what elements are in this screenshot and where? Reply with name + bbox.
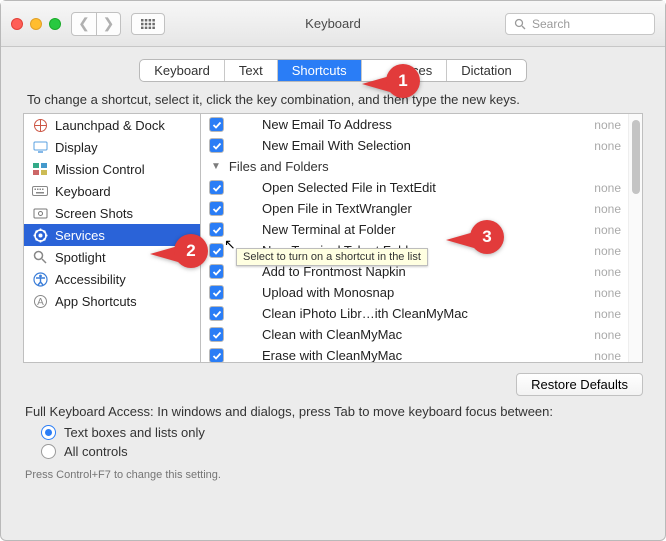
checkbox[interactable] [209, 117, 224, 132]
tab-bar: KeyboardTextShortcutsrcesDictation [1, 47, 665, 88]
category-app-shortcuts[interactable]: AApp Shortcuts [24, 290, 200, 312]
fka-option-all[interactable]: All controls [41, 442, 641, 461]
shortcut-item[interactable]: Open Selected File in TextEditnone [209, 177, 627, 198]
scrollbar[interactable] [628, 114, 642, 362]
fka-hint: Press Control+F7 to change this setting. [1, 467, 665, 481]
search-field[interactable]: Search [505, 13, 655, 35]
category-keyboard[interactable]: Keyboard [24, 180, 200, 202]
radio-off-icon [41, 444, 56, 459]
tooltip: Select to turn on a shortcut in the list [236, 248, 428, 266]
instruction-text: To change a shortcut, select it, click t… [1, 88, 665, 113]
accessibility-icon [32, 271, 48, 287]
keyboard-icon [32, 183, 48, 199]
shortcut-value: none [594, 244, 627, 258]
back-button[interactable]: ❮ [72, 13, 96, 35]
zoom-window-button[interactable] [49, 18, 61, 30]
checkbox[interactable] [209, 138, 224, 153]
shortcut-value: none [594, 181, 627, 195]
annotation-2: 2 [150, 234, 208, 272]
spotlight-icon [32, 249, 48, 265]
nav-buttons: ❮ ❯ [71, 12, 121, 36]
full-keyboard-access: Full Keyboard Access: In windows and dia… [1, 400, 665, 467]
mission-icon [32, 161, 48, 177]
checkbox[interactable] [209, 180, 224, 195]
checkbox[interactable] [209, 285, 224, 300]
restore-defaults-button[interactable]: Restore Defaults [516, 373, 643, 396]
shortcut-item[interactable]: Clean iPhoto Libr…ith CleanMyMacnone [209, 303, 627, 324]
shortcut-value: none [594, 202, 627, 216]
checkbox[interactable] [209, 306, 224, 321]
shortcut-group[interactable]: ▼Files and Folders [209, 156, 627, 177]
apps-icon: A [32, 293, 48, 309]
shortcut-value: none [594, 328, 627, 342]
shortcut-item[interactable]: Upload with Monosnapnone [209, 282, 627, 303]
shortcut-item[interactable]: Clean with CleanMyMacnone [209, 324, 627, 345]
panels: Launchpad & DockDisplayMission ControlKe… [1, 113, 665, 363]
shortcut-item[interactable]: New Terminal at Foldernone [209, 219, 627, 240]
minimize-window-button[interactable] [30, 18, 42, 30]
category-screen-shots[interactable]: Screen Shots [24, 202, 200, 224]
shortcut-item[interactable]: New Email To Addressnone [209, 114, 627, 135]
shortcut-item[interactable]: Open File in TextWranglernone [209, 198, 627, 219]
shortcut-value: none [594, 286, 627, 300]
disclosure-icon: ▼ [211, 161, 221, 172]
annotation-3: 3 [446, 220, 504, 258]
shortcut-value: none [594, 307, 627, 321]
shortcut-list[interactable]: New Email To AddressnoneNew Email With S… [201, 113, 643, 363]
tab-dictation[interactable]: Dictation [447, 60, 526, 81]
scrollbar-thumb[interactable] [632, 120, 640, 194]
tab-text[interactable]: Text [225, 60, 278, 81]
shortcut-value: none [594, 118, 627, 132]
category-display[interactable]: Display [24, 136, 200, 158]
tab-shortcuts[interactable]: Shortcuts [278, 60, 362, 81]
fka-option-textboxes[interactable]: Text boxes and lists only [41, 423, 641, 442]
checkbox[interactable] [209, 348, 224, 363]
radio-on-icon [41, 425, 56, 440]
checkbox[interactable] [209, 243, 224, 258]
traffic-lights [11, 18, 61, 30]
titlebar: ❮ ❯ Keyboard Search [1, 1, 665, 47]
category-launchpad-dock[interactable]: Launchpad & Dock [24, 114, 200, 136]
shortcut-value: none [594, 139, 627, 153]
restore-row: Restore Defaults [1, 363, 665, 400]
display-icon [32, 139, 48, 155]
fka-title: Full Keyboard Access: In windows and dia… [25, 404, 641, 419]
search-placeholder: Search [532, 17, 570, 31]
category-mission-control[interactable]: Mission Control [24, 158, 200, 180]
checkbox[interactable] [209, 201, 224, 216]
checkbox[interactable] [209, 264, 224, 279]
shortcut-value: none [594, 265, 627, 279]
close-window-button[interactable] [11, 18, 23, 30]
shortcut-item[interactable]: New Email With Selectionnone [209, 135, 627, 156]
search-icon [514, 18, 526, 30]
services-icon [32, 227, 48, 243]
show-all-button[interactable] [131, 13, 165, 35]
checkbox[interactable] [209, 222, 224, 237]
shortcut-value: none [594, 223, 627, 237]
shortcut-value: none [594, 349, 627, 363]
forward-button[interactable]: ❯ [96, 13, 120, 35]
screenshot-icon [32, 205, 48, 221]
checkbox[interactable] [209, 327, 224, 342]
annotation-1: 1 [362, 64, 420, 102]
launchpad-icon [32, 117, 48, 133]
tab-keyboard[interactable]: Keyboard [140, 60, 225, 81]
shortcut-item[interactable]: Erase with CleanMyMacnone [209, 345, 627, 363]
svg-text:A: A [37, 297, 44, 308]
